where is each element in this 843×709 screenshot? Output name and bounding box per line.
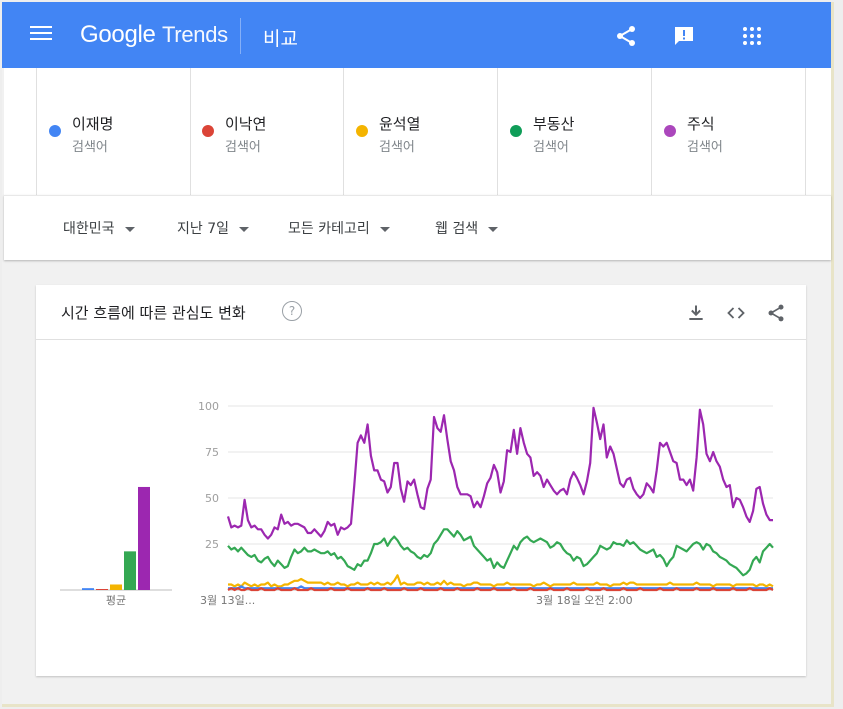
average-label: 평균 bbox=[106, 594, 126, 607]
term-name: 부동산 bbox=[533, 115, 575, 133]
series-line bbox=[226, 406, 773, 540]
search-type-filter-label: 웹 검색 bbox=[435, 221, 479, 237]
dropdown-arrow-icon bbox=[488, 226, 499, 232]
header-divider bbox=[240, 18, 241, 54]
term-card-5[interactable]: 주식 검색어 bbox=[652, 68, 806, 195]
interest-over-time-card: 시간 흐름에 따른 관심도 변화 ? 100 75 50 25 평균 3월 13일... 3… bbox=[36, 285, 806, 676]
term-name: 이낙연 bbox=[225, 115, 267, 133]
logo-google-text: Google bbox=[80, 21, 156, 48]
term-name: 이재명 bbox=[72, 115, 114, 133]
term-card-2[interactable]: 이낙연 검색어 bbox=[190, 68, 344, 195]
trend-chart: 100 75 50 25 평균 3월 13일... 3월 18일 오전 2:00 bbox=[60, 400, 774, 607]
term-name: 윤석열 bbox=[379, 115, 421, 133]
x-tick-label: 3월 13일... bbox=[200, 593, 255, 607]
term-type: 검색어 bbox=[533, 140, 569, 155]
term-color-dot bbox=[356, 125, 368, 137]
term-card-4[interactable]: 부동산 검색어 bbox=[498, 68, 652, 195]
dropdown-arrow-icon bbox=[239, 226, 249, 232]
term-card-3[interactable]: 윤석열 검색어 bbox=[344, 68, 498, 195]
y-tick-label: 50 bbox=[205, 492, 219, 505]
term-card-1[interactable]: 이재명 검색어 bbox=[36, 68, 191, 195]
period-filter-label: 지난 7일 bbox=[177, 221, 229, 237]
feedback-icon[interactable] bbox=[672, 24, 696, 48]
term-type: 검색어 bbox=[225, 140, 261, 155]
term-type: 검색어 bbox=[72, 140, 108, 155]
average-bar bbox=[82, 588, 94, 590]
dropdown-arrow-icon bbox=[379, 226, 390, 232]
term-color-dot bbox=[510, 125, 522, 137]
category-filter-label: 모든 카테고리 bbox=[288, 221, 370, 237]
average-bar bbox=[138, 486, 150, 590]
term-color-dot bbox=[49, 125, 61, 137]
share-icon[interactable] bbox=[614, 24, 638, 48]
period-filter-dropdown[interactable]: 지난 7일 bbox=[177, 218, 249, 238]
compare-terms-row: 이재명 검색어 이낙연 검색어 윤석열 검색어 부동산 검색어 주식 검색어 bbox=[4, 68, 831, 195]
series-line bbox=[228, 574, 774, 588]
filter-bar: 대한민국 지난 7일 모든 카테고리 웹 검색 bbox=[4, 195, 831, 260]
google-trends-logo[interactable]: Google Trends bbox=[80, 21, 228, 49]
top-app-bar: Google Trends 비교 bbox=[2, 2, 831, 68]
region-filter-dropdown[interactable]: 대한민국 bbox=[63, 218, 135, 238]
term-type: 검색어 bbox=[687, 140, 723, 155]
y-tick-label: 100 bbox=[198, 400, 219, 413]
term-name: 주식 bbox=[687, 115, 715, 133]
logo-trends-text: Trends bbox=[161, 22, 228, 47]
average-bar bbox=[96, 589, 108, 590]
search-type-filter-dropdown[interactable]: 웹 검색 bbox=[435, 218, 499, 238]
x-tick-label: 3월 18일 오전 2:00 bbox=[536, 593, 633, 607]
term-color-dot bbox=[664, 125, 676, 137]
series-line bbox=[227, 528, 774, 577]
page-title: 비교 bbox=[263, 28, 298, 50]
category-filter-dropdown[interactable]: 모든 카테고리 bbox=[288, 218, 390, 238]
y-tick-label: 25 bbox=[205, 538, 219, 551]
term-type: 검색어 bbox=[379, 140, 415, 155]
menu-icon[interactable] bbox=[30, 26, 52, 44]
term-color-dot bbox=[202, 125, 214, 137]
average-bar bbox=[110, 584, 122, 590]
apps-grid-icon[interactable] bbox=[740, 24, 764, 48]
region-filter-label: 대한민국 bbox=[63, 221, 115, 237]
average-bar bbox=[124, 551, 136, 590]
dropdown-arrow-icon bbox=[124, 226, 135, 232]
y-tick-label: 75 bbox=[205, 446, 219, 459]
